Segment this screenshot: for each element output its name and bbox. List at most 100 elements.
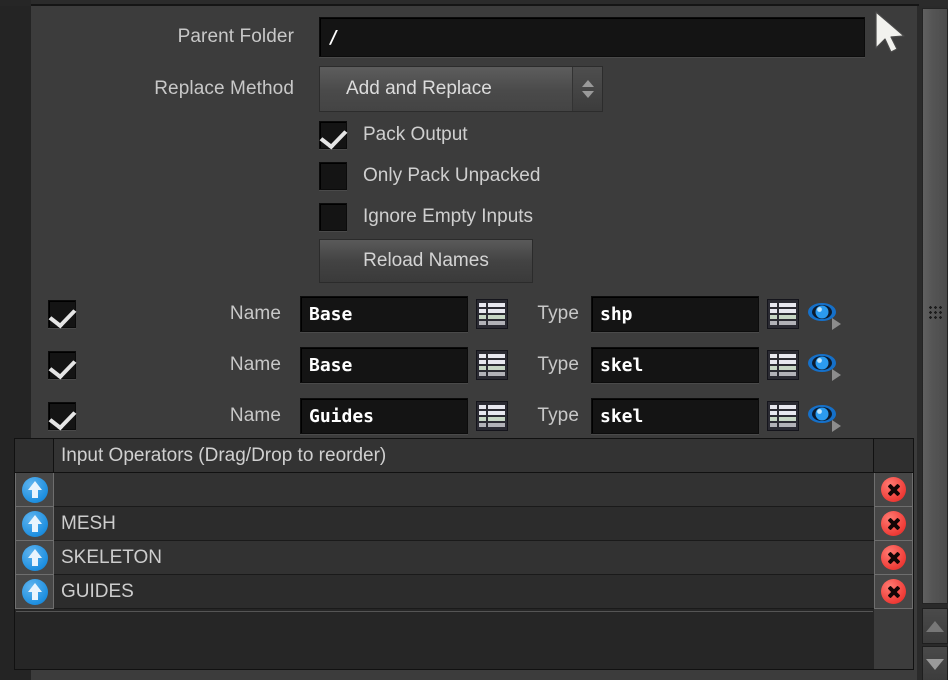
entry-type-input-1[interactable]: skel (591, 347, 759, 383)
replace-method-dropdown[interactable]: Add and Replace (319, 66, 603, 112)
list-menu-right-column (779, 405, 796, 427)
delete-operator-button-3[interactable] (874, 575, 913, 609)
checkbox-row-only-pack-unpacked[interactable]: Only Pack Unpacked (319, 161, 540, 191)
checkbox-row-pack-output[interactable]: Pack Output (319, 120, 468, 150)
ignore-empty-inputs-checkbox[interactable] (319, 203, 347, 231)
entry-type-label-1: Type (537, 354, 579, 375)
delete-operator-button-1[interactable] (874, 507, 913, 541)
triangle-down-icon (926, 658, 944, 670)
scrollbar-up-button[interactable] (922, 608, 948, 644)
operator-label-1: MESH (54, 507, 874, 541)
table-header-label: Input Operators (Drag/Drop to reorder) (54, 439, 874, 473)
reorder-handle-1[interactable] (15, 507, 54, 541)
parent-folder-value: / (328, 26, 339, 48)
entry-row-0: Name Base Type shp (31, 294, 917, 334)
entry-type-label-0: Type (537, 303, 579, 324)
operator-label-0 (54, 473, 874, 507)
entry-type-input-0[interactable]: shp (591, 296, 759, 332)
only-pack-unpacked-checkbox[interactable] (319, 162, 347, 190)
list-menu-left-column (770, 303, 777, 325)
expand-triangle-icon (832, 369, 841, 381)
list-menu-right-column (488, 354, 505, 376)
entry-row-1: Name Base Type skel (31, 345, 917, 385)
table-header-delete-column (874, 439, 913, 473)
scrollbar-down-button[interactable] (922, 646, 948, 680)
entry-enable-checkbox-0[interactable] (48, 300, 76, 328)
table-row[interactable]: GUIDES (15, 575, 913, 609)
delete-circle-icon (881, 477, 906, 502)
entry-visibility-toggle-2[interactable] (807, 400, 843, 432)
table-row[interactable]: SKELETON (15, 541, 913, 575)
up-arrow-circle-icon (21, 476, 48, 503)
entry-type-menu-icon-0[interactable] (767, 299, 799, 329)
entry-type-value-2: skel (600, 405, 644, 427)
delete-circle-icon (881, 511, 906, 536)
application-window: Parent Folder / Replace Method Add and R… (0, 0, 948, 680)
operator-label-3: GUIDES (54, 575, 874, 609)
parent-folder-row: Parent Folder / (31, 16, 891, 58)
entry-name-menu-icon-2[interactable] (476, 401, 508, 431)
operator-label-2: SKELETON (54, 541, 874, 575)
table-empty-area (16, 611, 873, 661)
list-menu-right-column (779, 303, 796, 325)
entry-name-input-2[interactable]: Guides (300, 398, 468, 434)
pack-output-checkbox[interactable] (319, 121, 347, 149)
list-menu-right-column (488, 303, 505, 325)
entry-type-menu-icon-2[interactable] (767, 401, 799, 431)
replace-method-value: Add and Replace (346, 78, 492, 99)
input-operators-table: Input Operators (Drag/Drop to reorder) M… (14, 438, 914, 670)
entry-enable-checkbox-1[interactable] (48, 351, 76, 379)
entry-name-label-0: Name (229, 303, 281, 324)
scrollbar-track[interactable] (919, 6, 948, 680)
entry-type-value-0: shp (600, 303, 633, 325)
entry-type-label-2: Type (537, 405, 579, 426)
entry-name-value-0: Base (309, 303, 353, 325)
table-row[interactable]: MESH (15, 507, 913, 541)
vertical-scrollbar[interactable] (917, 6, 948, 680)
entry-type-menu-icon-1[interactable] (767, 350, 799, 380)
mouse-cursor (875, 11, 905, 53)
entry-name-label-1: Name (229, 354, 281, 375)
entry-type-input-2[interactable]: skel (591, 398, 759, 434)
reorder-handle-3[interactable] (15, 575, 54, 609)
list-menu-right-column (779, 354, 796, 376)
delete-circle-icon (881, 579, 906, 604)
entry-visibility-toggle-0[interactable] (807, 298, 843, 330)
entry-name-menu-icon-0[interactable] (476, 299, 508, 329)
scrollbar-grip-icon (928, 305, 942, 321)
list-menu-left-column (770, 354, 777, 376)
reorder-handle-0[interactable] (15, 473, 54, 507)
triangle-down-icon (581, 91, 594, 98)
reorder-handle-2[interactable] (15, 541, 54, 575)
scrollbar-thumb[interactable] (922, 8, 948, 604)
delete-operator-button-2[interactable] (874, 541, 913, 575)
entry-name-value-1: Base (309, 354, 353, 376)
table-header-reorder-column (15, 439, 54, 473)
up-arrow-circle-icon (21, 510, 48, 537)
reload-names-label: Reload Names (363, 250, 489, 271)
expand-triangle-icon (832, 420, 841, 432)
replace-method-label: Replace Method (154, 78, 294, 99)
entry-name-input-0[interactable]: Base (300, 296, 468, 332)
table-row[interactable] (15, 473, 913, 507)
entry-enable-checkbox-2[interactable] (48, 402, 76, 430)
checkbox-row-ignore-empty-inputs[interactable]: Ignore Empty Inputs (319, 202, 533, 232)
up-arrow-circle-icon (21, 544, 48, 571)
entry-name-input-1[interactable]: Base (300, 347, 468, 383)
list-menu-left-column (479, 354, 486, 376)
replace-method-spinner[interactable] (572, 67, 602, 111)
expand-triangle-icon (832, 318, 841, 330)
parent-folder-input[interactable]: / (319, 17, 865, 57)
reload-names-button[interactable]: Reload Names (319, 239, 533, 283)
delete-circle-icon (881, 545, 906, 570)
delete-operator-button-0[interactable] (874, 473, 913, 507)
entry-name-value-2: Guides (309, 405, 375, 427)
triangle-up-icon (926, 620, 944, 632)
entry-name-menu-icon-1[interactable] (476, 350, 508, 380)
only-pack-unpacked-label: Only Pack Unpacked (363, 165, 541, 186)
table-header-row: Input Operators (Drag/Drop to reorder) (15, 439, 913, 473)
entry-visibility-toggle-1[interactable] (807, 349, 843, 381)
list-menu-right-column (488, 405, 505, 427)
entry-row-2: Name Guides Type skel (31, 396, 917, 436)
parent-folder-label: Parent Folder (177, 26, 294, 47)
